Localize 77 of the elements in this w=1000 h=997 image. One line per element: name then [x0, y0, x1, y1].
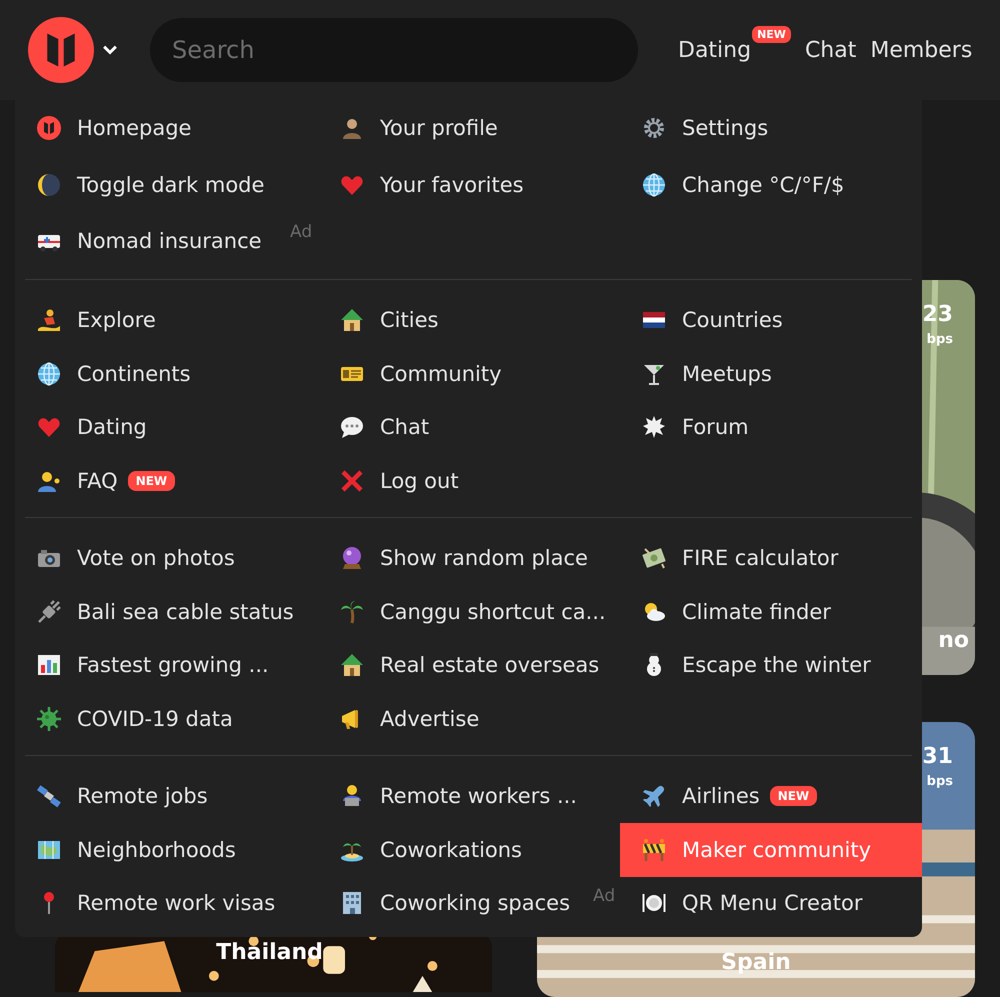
burst-icon: [642, 415, 666, 440]
menu-item[interactable]: Coworkations: [318, 823, 522, 876]
menu-item[interactable]: Advertise: [318, 692, 480, 746]
menu-item[interactable]: Community: [318, 347, 502, 400]
globe-icon: [642, 172, 666, 197]
plug-icon: [37, 600, 61, 624]
menu-item[interactable]: Fastest growing ...: [15, 638, 269, 692]
city-name: no: [938, 628, 969, 653]
menu-item[interactable]: Your favorites: [318, 156, 524, 213]
barrier-icon: [642, 838, 666, 862]
new-badge: NEW: [752, 26, 791, 42]
menu-item[interactable]: Escape the winter: [620, 638, 871, 692]
menu-item[interactable]: Remote jobs: [15, 770, 208, 823]
menu-item[interactable]: Real estate overseas: [318, 638, 600, 692]
menu-item[interactable]: Log out: [318, 454, 459, 508]
bar-chart-icon: [37, 653, 61, 678]
ad-label: Ad: [290, 222, 312, 242]
speed-value: 31: [922, 744, 953, 769]
menu-item[interactable]: FAQ NEW: [15, 454, 176, 508]
menu-item[interactable]: Canggu shortcut ca...: [318, 585, 606, 638]
speech-bubble-icon: [340, 415, 364, 440]
nav-link[interactable]: Dating: [678, 30, 752, 70]
menu-item[interactable]: Nomad insurance: [15, 213, 262, 270]
menu-item[interactable]: Forum: [620, 400, 749, 454]
menu-item[interactable]: Cities: [318, 294, 438, 347]
airplane-icon: [642, 784, 666, 808]
menu-item[interactable]: Continents: [15, 347, 191, 400]
menu-item[interactable]: Settings: [620, 100, 768, 156]
menu-item[interactable]: Countries: [620, 294, 783, 347]
gear-icon: [642, 116, 666, 140]
menu-item[interactable]: Chat: [318, 400, 430, 454]
moon-icon: [37, 172, 61, 197]
nav-link[interactable]: Chat: [804, 30, 856, 70]
menu-item[interactable]: Homepage: [15, 100, 192, 156]
crystal-ball-icon: [340, 546, 364, 570]
menu-item[interactable]: Change °C/°F/$: [620, 156, 844, 213]
cross-icon: [340, 468, 364, 493]
menu-item[interactable]: Remote work visas: [15, 876, 276, 930]
heart-icon: [37, 415, 61, 440]
logo-button[interactable]: [28, 17, 94, 83]
menu-item[interactable]: Coworking spaces: [318, 876, 570, 930]
menu-item[interactable]: Dating: [15, 400, 147, 454]
menu-item[interactable]: Climate finder: [620, 585, 831, 638]
new-badge: NEW: [770, 786, 818, 806]
logo-icon: [37, 116, 61, 140]
menu-item[interactable]: QR Menu Creator: [620, 876, 862, 930]
menu-item[interactable]: Vote on photos: [15, 532, 235, 585]
menu-item[interactable]: Show random place: [318, 532, 588, 585]
menu-item[interactable]: Toggle dark mode: [15, 156, 264, 213]
palm-tree-icon: [340, 600, 364, 624]
speed-unit: bps: [926, 774, 953, 789]
person-laptop-icon: [340, 784, 364, 808]
city-name: Spain: [720, 950, 792, 975]
menu-item[interactable]: COVID-19 data: [15, 692, 233, 746]
menu-item[interactable]: FIRE calculator: [620, 532, 838, 585]
ad-label: Ad: [593, 886, 616, 906]
search-field[interactable]: Search: [150, 18, 638, 82]
menu-item[interactable]: Bali sea cable status: [15, 585, 294, 638]
satellite-icon: [37, 784, 61, 808]
house-icon: [340, 653, 364, 678]
new-badge: NEW: [128, 470, 176, 491]
building-icon: [340, 891, 364, 916]
virus-icon: [37, 706, 61, 731]
person-icon: [340, 116, 364, 140]
nav-link[interactable]: Members: [870, 30, 972, 70]
menu-item[interactable]: Remote workers ...: [318, 770, 577, 823]
logo-icon: [28, 17, 94, 83]
menu-item[interactable]: Your profile: [318, 100, 498, 156]
menu-item[interactable]: Airlines NEW: [620, 770, 818, 823]
menu-item[interactable]: Neighborhoods: [15, 823, 236, 876]
speed-unit: bps: [926, 332, 953, 347]
menu-item[interactable]: Explore: [15, 294, 156, 347]
city-name: Thailand: [215, 940, 324, 965]
menu-item[interactable]: Meetups: [620, 347, 772, 400]
speed-value: 23: [922, 302, 953, 327]
house-icon: [340, 308, 364, 332]
globe-icon: [37, 362, 61, 386]
